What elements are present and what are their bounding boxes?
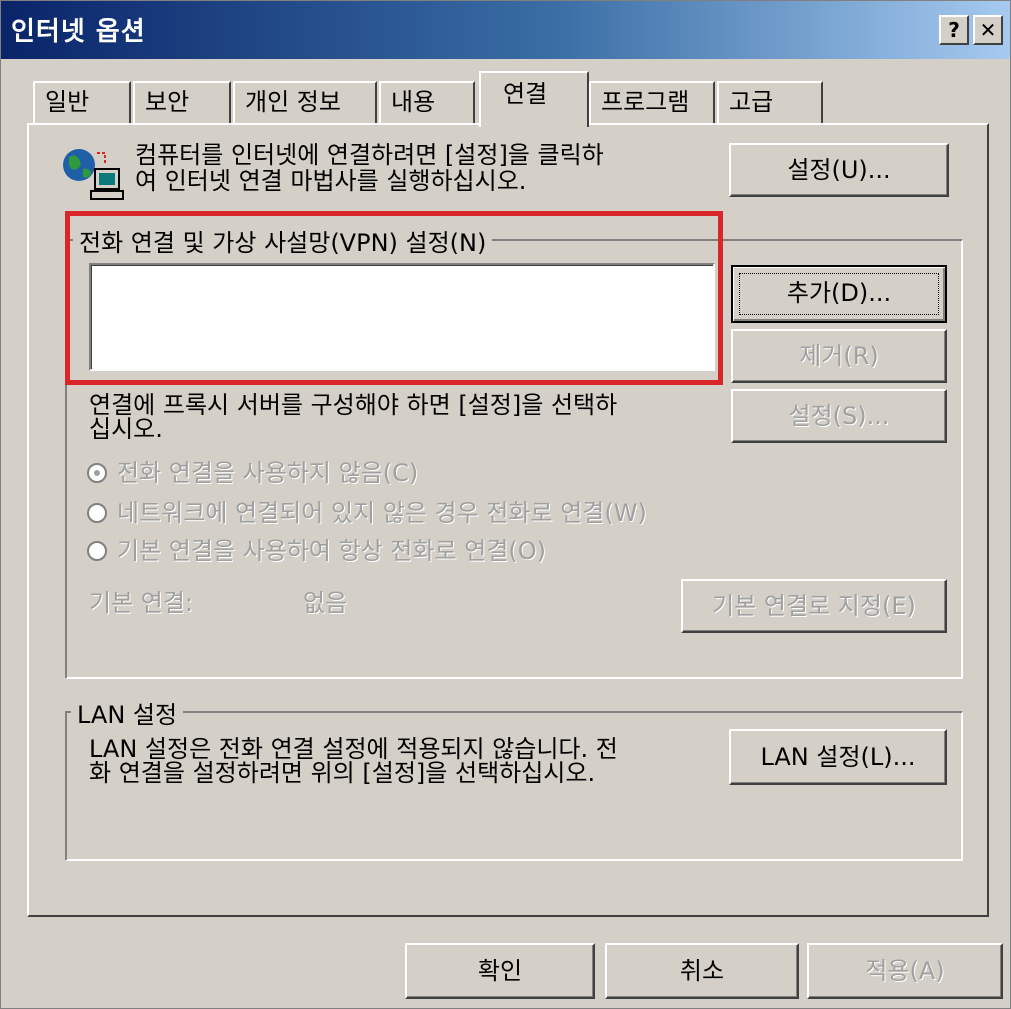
- internet-options-dialog: 인터넷 옵션 ? ✕ 일반 보안 개인 정보 내용 연결 프로그램 고급 컴퓨터…: [0, 0, 1011, 1009]
- lan-settings-legend: LAN 설정: [71, 695, 184, 730]
- radio-dial-when-no-network[interactable]: [87, 503, 107, 523]
- remove-connection-button[interactable]: 제거(R): [731, 329, 947, 383]
- tab-security[interactable]: 보안: [133, 81, 231, 125]
- setup-button[interactable]: 설정(U)...: [729, 143, 949, 197]
- default-connection-value: 없음: [303, 589, 348, 617]
- setup-description-line2: 여 인터넷 연결 마법사를 실행하십시오.: [135, 167, 527, 195]
- default-connection-label: 기본 연결:: [89, 589, 194, 617]
- network-globe-icon: [63, 149, 124, 200]
- title-bar[interactable]: 인터넷 옵션 ? ✕: [1, 1, 1010, 59]
- radio-selected-dot: [94, 470, 100, 476]
- tab-privacy[interactable]: 개인 정보: [233, 81, 377, 125]
- set-default-button[interactable]: 기본 연결로 지정(E): [681, 579, 947, 633]
- radio-never-dial-label[interactable]: 전화 연결을 사용하지 않음(C): [117, 459, 418, 487]
- radio-always-dial-label[interactable]: 기본 연결을 사용하여 항상 전화로 연결(O): [117, 537, 546, 565]
- highlight-box: [65, 211, 723, 385]
- apply-button[interactable]: 적용(A): [807, 943, 1003, 999]
- cancel-button[interactable]: 취소: [605, 943, 799, 999]
- radio-always-dial[interactable]: [87, 541, 107, 561]
- lan-description-line2: 화 연결을 설정하려면 위의 [설정]을 선택하십시오.: [89, 759, 596, 787]
- tab-connections[interactable]: 연결: [479, 71, 589, 127]
- add-connection-button[interactable]: 추가(D)...: [731, 265, 947, 323]
- proxy-settings-button[interactable]: 설정(S)...: [731, 389, 947, 443]
- tab-content[interactable]: 내용: [379, 81, 475, 125]
- lan-settings-button[interactable]: LAN 설정(L)...: [729, 729, 947, 785]
- close-button[interactable]: ✕: [973, 15, 1003, 45]
- window-title: 인터넷 옵션: [11, 17, 146, 47]
- tab-advanced[interactable]: 고급: [717, 81, 823, 125]
- tab-general[interactable]: 일반: [33, 81, 131, 125]
- proxy-description-line1: 연결에 프록시 서버를 구성해야 하면 [설정]을 선택하: [89, 391, 618, 419]
- proxy-description-line2: 십시오.: [89, 415, 163, 443]
- setup-description-line1: 컴퓨터를 인터넷에 연결하려면 [설정]을 클릭하: [135, 141, 604, 169]
- help-button[interactable]: ?: [939, 15, 969, 45]
- radio-dial-when-no-network-label[interactable]: 네트워크에 연결되어 있지 않은 경우 전화로 연결(W): [117, 499, 647, 527]
- focus-outline: [739, 273, 939, 315]
- tab-programs[interactable]: 프로그램: [589, 81, 715, 125]
- ok-button[interactable]: 확인: [405, 943, 595, 999]
- tab-strip: 일반 보안 개인 정보 내용 연결 프로그램 고급: [1, 71, 1011, 127]
- radio-never-dial[interactable]: [87, 463, 107, 483]
